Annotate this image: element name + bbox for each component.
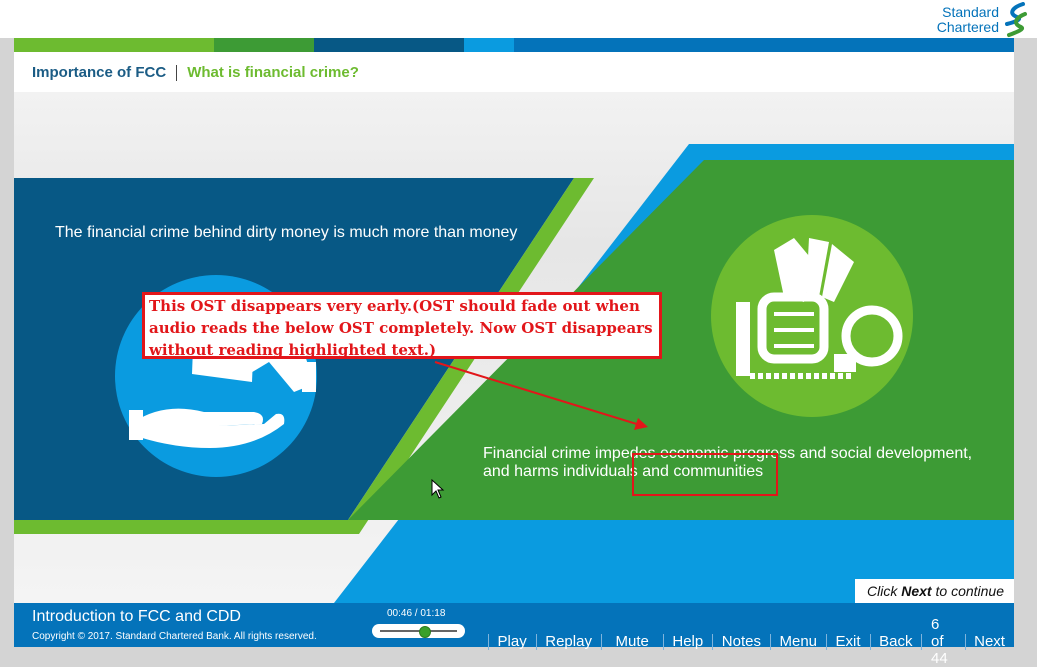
page-indicator: 6 of 44 [930,616,948,667]
player-controls: Play Replay Mute Help Notes Menu Exit Ba… [488,616,1014,667]
back-button[interactable]: Back [870,633,921,650]
notes-button[interactable]: Notes [713,633,770,650]
annotation-arrow [434,361,641,426]
seek-slider[interactable] [372,624,465,638]
timecode: 00:46 / 01:18 [387,608,446,619]
course-title: Introduction to FCC and CDD [32,608,241,625]
exit-button[interactable]: Exit [827,633,870,650]
player-footer: Introduction to FCC and CDD Copyright © … [14,603,1014,667]
play-button[interactable]: Play [489,633,536,650]
review-note: This OST disappears very early.(OST shou… [142,292,662,359]
mouse-pointer-icon [431,479,445,499]
replay-button[interactable]: Replay [536,633,601,650]
copyright-text: Copyright © 2017. Standard Chartered Ban… [32,631,317,642]
menu-button[interactable]: Menu [770,633,826,650]
highlight-box [632,453,778,496]
mute-button[interactable]: Mute [601,633,662,650]
annotation-arrowhead [634,418,648,430]
seek-knob[interactable] [419,626,432,638]
help-button[interactable]: Help [663,633,712,650]
next-button[interactable]: Next [965,633,1014,650]
